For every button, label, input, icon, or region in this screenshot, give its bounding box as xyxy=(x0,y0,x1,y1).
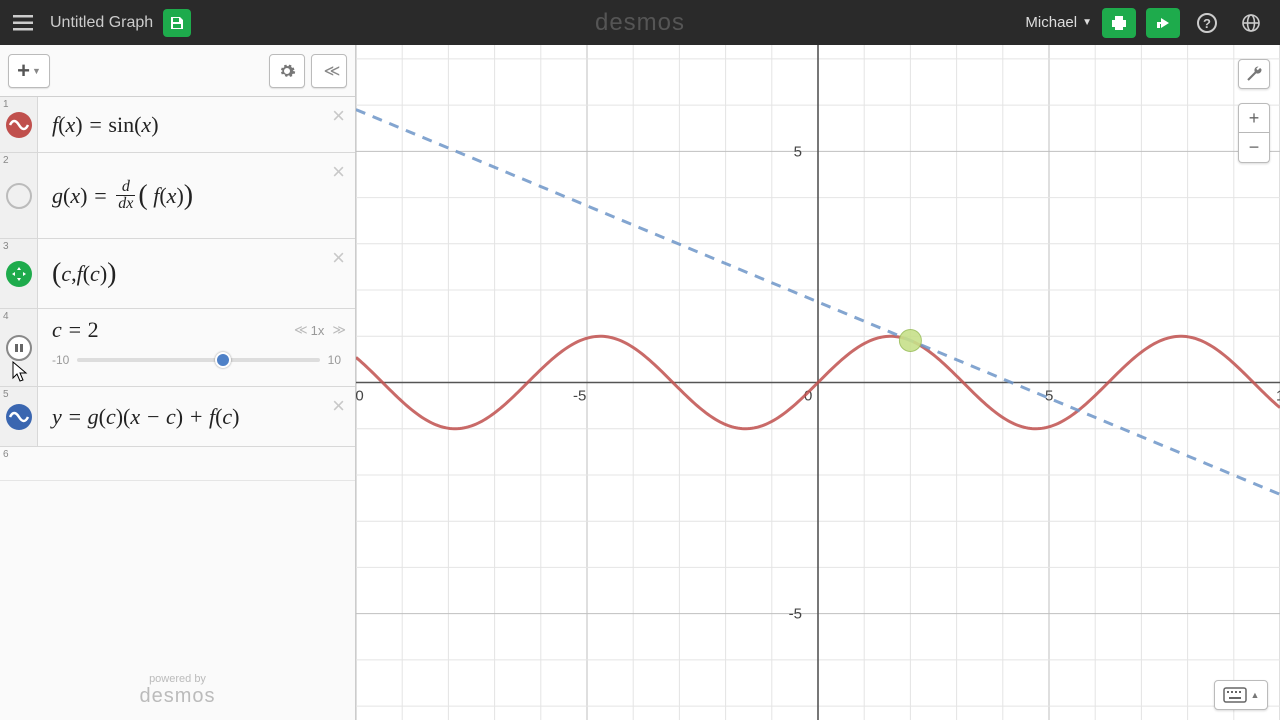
expression-row[interactable]: 6 xyxy=(0,447,355,481)
row-number: 6 xyxy=(3,449,9,460)
graph-canvas[interactable]: -10-55100-55 + − ▲ xyxy=(356,45,1280,720)
row-number: 4 xyxy=(3,311,9,322)
user-name: Michael xyxy=(1025,14,1077,31)
svg-text:-5: -5 xyxy=(789,606,802,623)
help-button[interactable]: ? xyxy=(1190,8,1224,38)
slider-expression[interactable]: c = 2 xyxy=(52,317,99,343)
caret-down-icon: ▼ xyxy=(32,66,41,76)
row-number: 5 xyxy=(3,389,9,400)
expression-row[interactable]: 2 g(x) = ddx ( f(x)) × xyxy=(0,153,355,239)
slider-min[interactable]: -10 xyxy=(52,353,69,367)
expression-row[interactable]: 5 y = g(c)(x − c) + f(c) × xyxy=(0,387,355,447)
expression-input[interactable] xyxy=(38,447,355,480)
help-icon: ? xyxy=(1197,13,1217,33)
visibility-toggle[interactable] xyxy=(6,404,32,430)
visibility-toggle[interactable] xyxy=(6,261,32,287)
collapse-panel-button[interactable]: ≪ xyxy=(311,54,347,88)
expression-row[interactable]: 3 (c,f(c)) × xyxy=(0,239,355,309)
chevron-left-icon: ≪ xyxy=(324,61,335,81)
graph-settings-button[interactable] xyxy=(1238,59,1270,89)
slider-max[interactable]: 10 xyxy=(328,353,341,367)
visibility-toggle[interactable] xyxy=(6,112,32,138)
expression-input[interactable]: (c,f(c)) xyxy=(38,239,355,308)
visibility-toggle[interactable] xyxy=(6,183,32,209)
plus-icon: + xyxy=(17,60,30,82)
svg-text:5: 5 xyxy=(794,143,802,160)
brand-logo: desmos xyxy=(595,9,685,37)
keyboard-icon xyxy=(1223,687,1247,703)
globe-icon xyxy=(1241,13,1261,33)
expression-row[interactable]: 1 f(x) = sin(x) × xyxy=(0,97,355,153)
gear-icon xyxy=(278,62,296,80)
slider-step-fwd[interactable]: ≫ xyxy=(332,322,341,338)
share-icon xyxy=(1154,15,1172,31)
language-button[interactable] xyxy=(1234,8,1268,38)
plot-svg: -10-55100-55 xyxy=(356,45,1280,720)
sine-icon xyxy=(8,406,30,428)
svg-text:10: 10 xyxy=(1276,388,1280,405)
row-number: 1 xyxy=(3,99,9,110)
delete-row-button[interactable]: × xyxy=(332,103,345,129)
menu-button[interactable] xyxy=(0,0,45,45)
slider-step-back[interactable]: ≪ xyxy=(294,322,303,338)
sine-icon xyxy=(8,114,30,136)
keyboard-button[interactable]: ▲ xyxy=(1214,680,1268,710)
slider-thumb[interactable] xyxy=(215,352,231,368)
pause-icon xyxy=(14,343,24,353)
print-button[interactable] xyxy=(1102,8,1136,38)
expression-panel: + ▼ ≪ 1 f(x) = sin(x) xyxy=(0,45,356,720)
expression-row[interactable]: 4 c = 2 ≪ 1x ≫ -10 xyxy=(0,309,355,387)
share-button[interactable] xyxy=(1146,8,1180,38)
expression-input[interactable]: f(x) = sin(x) xyxy=(38,97,355,152)
move-icon xyxy=(11,266,27,282)
hamburger-icon xyxy=(13,15,33,31)
wrench-icon xyxy=(1245,65,1263,83)
add-expression-button[interactable]: + ▼ xyxy=(8,54,50,88)
caret-down-icon: ▼ xyxy=(1082,17,1092,28)
save-button[interactable] xyxy=(163,9,191,37)
slider-track[interactable] xyxy=(77,358,319,362)
row-number: 2 xyxy=(3,155,9,166)
save-icon xyxy=(169,15,185,31)
graph-title[interactable]: Untitled Graph xyxy=(45,14,163,32)
expression-input[interactable]: y = g(c)(x − c) + f(c) xyxy=(38,387,355,446)
slider-speed[interactable]: 1x xyxy=(311,323,325,338)
zoom-in-button[interactable]: + xyxy=(1238,103,1270,133)
expression-input[interactable]: g(x) = ddx ( f(x)) xyxy=(38,153,355,238)
powered-by: powered by desmos xyxy=(0,673,355,720)
caret-up-icon: ▲ xyxy=(1251,690,1260,700)
play-slider-button[interactable] xyxy=(6,335,32,361)
delete-row-button[interactable]: × xyxy=(332,393,345,419)
user-menu[interactable]: Michael ▼ xyxy=(1025,14,1092,31)
settings-button[interactable] xyxy=(269,54,305,88)
row-number: 3 xyxy=(3,241,9,252)
delete-row-button[interactable]: × xyxy=(332,159,345,185)
svg-text:-10: -10 xyxy=(356,388,364,405)
delete-row-button[interactable]: × xyxy=(332,245,345,271)
svg-text:?: ? xyxy=(1203,16,1211,31)
print-icon xyxy=(1110,15,1128,31)
zoom-out-button[interactable]: − xyxy=(1238,133,1270,163)
svg-text:-5: -5 xyxy=(573,388,586,405)
